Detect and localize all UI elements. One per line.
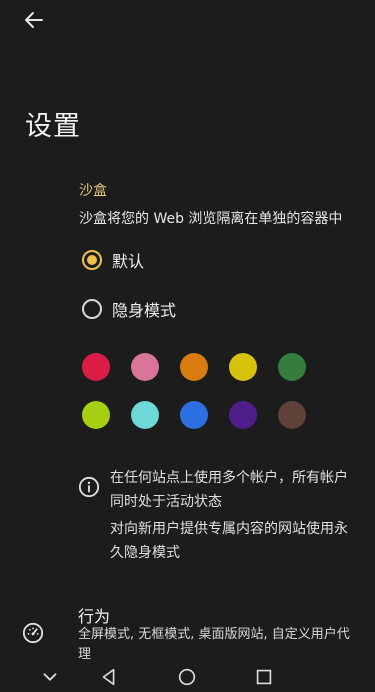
color-swatch-orange[interactable] [180, 353, 208, 381]
radio-indicator-selected [82, 250, 102, 270]
radio-default-label: 默认 [112, 252, 145, 271]
sandbox-label: 沙盒 [79, 183, 107, 199]
system-nav-bar [0, 662, 375, 692]
color-picker [82, 353, 312, 429]
radio-incognito[interactable]: 隐身模式 [82, 297, 176, 321]
nav-recents-icon[interactable] [253, 666, 275, 688]
info-text-multi-account: 在任何站点上使用多个帐户，所有帐户同时处于活动状态 [110, 470, 348, 510]
radio-default[interactable]: 默认 [82, 248, 144, 272]
color-swatch-yellow[interactable] [229, 353, 257, 381]
color-swatch-red[interactable] [82, 353, 110, 381]
info-icon [78, 476, 100, 498]
back-arrow-icon [25, 12, 43, 28]
color-swatch-cyan[interactable] [131, 401, 159, 429]
behavior-subtitle: 全屏模式, 无框模式, 桌面版网站, 自定义用户代理 [78, 627, 350, 662]
nav-home-icon[interactable] [176, 666, 198, 688]
color-swatch-lime[interactable] [82, 401, 110, 429]
color-swatch-green[interactable] [278, 353, 306, 381]
info-text-incognito: 对向新用户提供专属内容的网站使用永久隐身模式 [110, 521, 348, 561]
back-button[interactable] [22, 8, 46, 32]
radio-incognito-label: 隐身模式 [112, 301, 177, 320]
chevron-down-icon[interactable] [39, 666, 61, 688]
nav-back-icon[interactable] [98, 666, 120, 688]
page-title: 设置 [25, 111, 81, 142]
sandbox-description: 沙盒将您的 Web 浏览隔离在单独的容器中 [79, 211, 343, 227]
color-swatch-brown[interactable] [278, 401, 306, 429]
speedometer-icon [22, 622, 44, 644]
color-swatch-pink[interactable] [131, 353, 159, 381]
radio-indicator [82, 299, 102, 319]
behavior-title[interactable]: 行为 [78, 603, 110, 627]
color-swatch-blue[interactable] [180, 401, 208, 429]
color-swatch-purple[interactable] [229, 401, 257, 429]
